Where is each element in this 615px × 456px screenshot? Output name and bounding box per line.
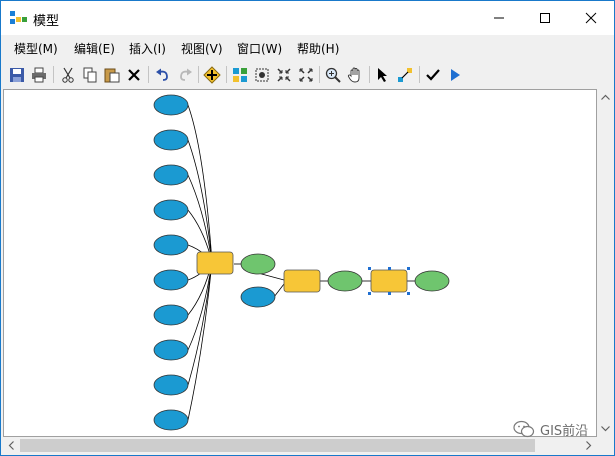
save-button[interactable] [7,65,27,85]
validate-button[interactable] [423,65,443,85]
toolbar-separator [226,66,227,83]
run-icon [451,69,460,81]
maximize-button[interactable] [522,1,568,35]
watermark: GIS前沿 [513,419,603,439]
add-data-icon [203,66,221,84]
redo-button[interactable] [175,65,195,85]
tool-node-selected[interactable] [370,269,408,293]
menu-help[interactable]: 帮助(H) [297,40,339,57]
undo-button[interactable] [153,65,173,85]
fixed-zoom-in-icon [277,68,291,82]
select-icon [378,68,387,82]
fixed-zoom-in-button[interactable] [274,65,294,85]
run-button[interactable] [445,65,465,85]
horizontal-scrollbar[interactable] [3,437,597,454]
toolbar-separator [198,66,199,83]
menu-window[interactable]: 窗口(W) [237,40,282,57]
maximize-icon [540,13,550,23]
tool-node[interactable] [283,269,321,293]
model-canvas[interactable] [3,89,597,437]
redo-icon [180,68,192,81]
input-data-node[interactable] [153,129,189,151]
auto-layout-button[interactable] [230,65,250,85]
output-data-node[interactable] [327,270,363,292]
toolbar [1,61,614,87]
input-data-node[interactable] [153,199,189,221]
scroll-right-icon[interactable] [580,437,597,454]
output-data-node[interactable] [414,270,450,292]
title-bar[interactable]: 模型 [1,1,614,35]
model-diagram [153,94,450,431]
print-button[interactable] [29,65,49,85]
model-app-icon [10,11,27,24]
scroll-up-icon[interactable] [597,89,614,106]
watermark-text: GIS前沿 [540,423,589,439]
undo-icon [156,68,168,81]
toolbar-separator [369,66,370,83]
close-icon [585,12,597,24]
toolbar-separator [419,66,420,83]
paste-icon [104,68,120,83]
zoom-in-icon [325,67,341,83]
menu-insert[interactable]: 插入(I) [129,40,166,57]
cut-button[interactable] [58,65,78,85]
menu-edit[interactable]: 编辑(E) [74,40,115,57]
minimize-icon [494,17,504,19]
wechat-icon [513,420,535,438]
print-icon [32,67,46,83]
cut-icon [62,67,74,83]
copy-button[interactable] [80,65,100,85]
connect-button[interactable] [395,65,415,85]
horizontal-scroll-thumb[interactable] [20,439,535,452]
window-title: 模型 [33,14,60,29]
input-data-node[interactable] [153,409,189,431]
model-builder-window: 模型 模型(M) 编辑(E) 插入(I) 视图(V) 窗口(W) 帮助(H) G… [0,0,615,456]
toolbar-separator [53,66,54,83]
input-data-node[interactable] [153,164,189,186]
input-data-node[interactable] [153,269,189,291]
select-button[interactable] [373,65,393,85]
fixed-zoom-out-icon [299,68,313,82]
full-extent-button[interactable] [252,65,272,85]
connect-icon [398,68,412,82]
pan-icon [347,67,360,83]
toolbar-separator [319,66,320,83]
save-icon [10,68,24,82]
tool-node[interactable] [196,251,234,275]
menu-view[interactable]: 视图(V) [181,40,223,57]
output-data-node[interactable] [240,253,276,275]
vertical-scrollbar[interactable] [597,89,614,437]
input-data-node[interactable] [153,234,189,256]
input-data-node[interactable] [153,339,189,361]
auto-layout-icon [233,68,247,82]
scrollbar-corner [597,437,614,454]
scroll-left-icon[interactable] [3,437,20,454]
zoom-in-button[interactable] [323,65,343,85]
paste-button[interactable] [102,65,122,85]
input-data-node[interactable] [240,286,276,308]
copy-icon [83,67,97,83]
close-button[interactable] [568,1,614,35]
menu-model[interactable]: 模型(M) [14,40,58,57]
input-data-node[interactable] [153,94,189,116]
pan-button[interactable] [345,65,365,85]
toolbar-separator [148,66,149,83]
delete-button[interactable] [124,65,144,85]
input-data-node[interactable] [153,304,189,326]
fixed-zoom-out-button[interactable] [296,65,316,85]
add-data-button[interactable] [202,65,222,85]
input-data-node[interactable] [153,374,189,396]
full-extent-icon [255,68,269,82]
menu-bar: 模型(M) 编辑(E) 插入(I) 视图(V) 窗口(W) 帮助(H) [1,38,614,58]
minimize-button[interactable] [476,1,522,35]
delete-icon [128,69,140,81]
validate-icon [426,69,440,81]
